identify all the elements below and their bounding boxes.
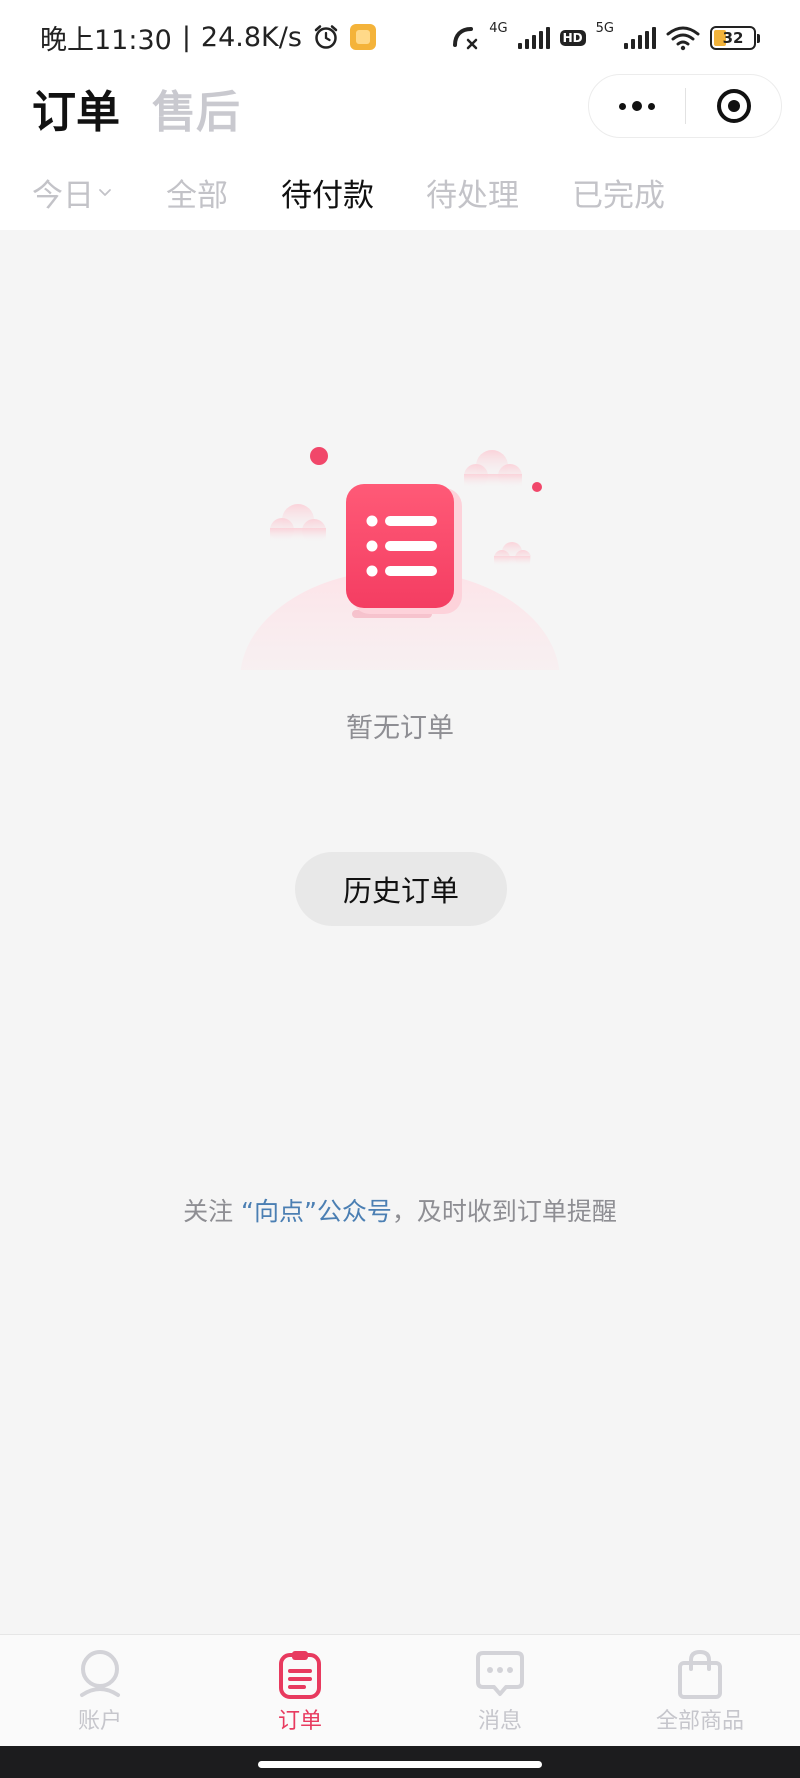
bottom-tab-account[interactable]: 账户 bbox=[0, 1635, 200, 1747]
alarm-icon bbox=[314, 25, 338, 49]
empty-orders-illustration bbox=[240, 447, 560, 670]
chevron-down-icon bbox=[99, 189, 111, 196]
hd-badge: HD bbox=[559, 30, 586, 46]
battery-icon: 32 bbox=[710, 26, 760, 50]
cloud-small bbox=[494, 542, 531, 566]
tab-pending-payment[interactable]: 待付款 bbox=[281, 162, 374, 222]
message-icon bbox=[476, 1651, 524, 1696]
bottom-tab-bar: 账户 订单 消息 全部商品 bbox=[0, 1634, 800, 1746]
close-miniprogram-button[interactable] bbox=[686, 89, 781, 123]
status-left: 晚上11:30 | 24.8K/s bbox=[40, 18, 376, 56]
target-close-icon bbox=[716, 89, 751, 123]
title-row: 订单 售后 bbox=[32, 78, 240, 138]
bottom-tab-messages-label: 消息 bbox=[477, 1709, 522, 1734]
official-account-link[interactable]: “向点”公众号 bbox=[241, 1197, 392, 1226]
cloud-left bbox=[270, 504, 326, 543]
status-separator: | bbox=[181, 21, 191, 53]
signal-2-bars-icon bbox=[624, 27, 656, 49]
bottom-tab-orders-label: 订单 bbox=[277, 1709, 322, 1734]
history-orders-button[interactable]: 历史订单 bbox=[295, 852, 507, 926]
cloud-right bbox=[464, 450, 522, 488]
tab-completed[interactable]: 已完成 bbox=[572, 162, 665, 222]
order-status-tabs: 今日 全部 待付款 待处理 已完成 bbox=[0, 162, 800, 222]
more-dot-icon bbox=[632, 101, 642, 111]
more-dot-icon bbox=[619, 102, 626, 110]
tab-processing-label: 待处理 bbox=[426, 177, 519, 214]
app-notification-icon bbox=[349, 24, 376, 50]
status-time: 晚上11:30 bbox=[40, 24, 172, 56]
signal-1-label: 4G bbox=[489, 20, 508, 36]
follow-reminder: 关注 “向点”公众号，及时收到订单提醒 bbox=[0, 1192, 800, 1228]
tab-all-label: 全部 bbox=[166, 177, 228, 214]
miniprogram-capsule bbox=[588, 74, 782, 138]
signal-1-bars-icon bbox=[517, 27, 550, 49]
more-dot-icon bbox=[648, 102, 655, 110]
follow-prefix: 关注 bbox=[183, 1197, 242, 1226]
call-muted-icon bbox=[453, 27, 478, 50]
top-header-area: 晚上11:30 | 24.8K/s 4G HD 5G 32 订单 售后 今日 全… bbox=[0, 0, 800, 230]
home-indicator[interactable] bbox=[258, 1761, 542, 1768]
account-icon bbox=[80, 1650, 120, 1697]
bottom-tab-account-label: 账户 bbox=[77, 1709, 122, 1734]
signal-2-label: 5G bbox=[595, 20, 614, 36]
tab-all[interactable]: 全部 bbox=[166, 162, 228, 222]
status-bar: 晚上11:30 | 24.8K/s 4G HD 5G 32 bbox=[0, 0, 800, 72]
bottom-tab-messages[interactable]: 消息 bbox=[400, 1635, 600, 1747]
bottom-tab-all-products[interactable]: 全部商品 bbox=[600, 1635, 800, 1747]
battery-level: 32 bbox=[722, 29, 744, 47]
title-aftersale[interactable]: 售后 bbox=[152, 76, 240, 140]
wifi-icon bbox=[666, 26, 700, 51]
tab-completed-label: 已完成 bbox=[572, 177, 665, 214]
tab-processing[interactable]: 待处理 bbox=[426, 162, 519, 222]
status-right: 4G HD 5G 32 bbox=[451, 20, 760, 56]
more-options-button[interactable] bbox=[589, 75, 685, 137]
empty-message: 暂无订单 bbox=[346, 713, 454, 744]
bottom-tab-all-products-label: 全部商品 bbox=[655, 1709, 744, 1734]
shopping-bag-icon bbox=[678, 1649, 722, 1699]
bottom-tab-orders[interactable]: 订单 bbox=[200, 1635, 400, 1747]
network-speed: 24.8K/s bbox=[200, 21, 302, 53]
tab-pending-payment-label: 待付款 bbox=[281, 177, 374, 214]
tab-today[interactable]: 今日 bbox=[32, 162, 112, 222]
orders-icon bbox=[279, 1651, 321, 1699]
title-orders[interactable]: 订单 bbox=[32, 76, 120, 140]
tab-today-label: 今日 bbox=[32, 177, 94, 214]
follow-suffix: ，及时收到订单提醒 bbox=[391, 1197, 617, 1226]
